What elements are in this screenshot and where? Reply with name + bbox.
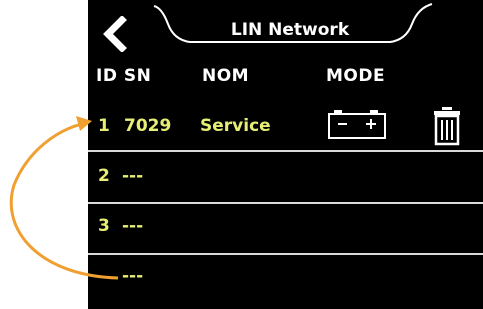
table-row[interactable] (88, 152, 483, 200)
row-sn: --- (122, 166, 144, 186)
table-row[interactable] (88, 204, 483, 252)
device-screen: LIN Network ID SN NOM MODE 1 7029 Servic… (88, 0, 483, 309)
row-sn: --- (122, 216, 144, 236)
row-id: 3 (98, 216, 110, 236)
page-title: LIN Network (230, 20, 350, 40)
trash-icon[interactable] (432, 106, 462, 146)
title-tab: LIN Network (140, 0, 440, 60)
column-header-id-sn: ID SN (96, 66, 152, 86)
back-button[interactable] (100, 15, 130, 53)
chevron-left-icon (103, 15, 127, 53)
row-id: 2 (98, 166, 110, 186)
column-header-mode: MODE (326, 66, 386, 86)
row-sn: --- (122, 266, 144, 286)
battery-icon[interactable] (328, 110, 388, 140)
row-nom: Service (200, 116, 271, 136)
row-sn: 7029 (124, 116, 172, 136)
column-header-nom: NOM (202, 66, 250, 86)
row-id: 1 (98, 116, 110, 136)
table-row[interactable] (88, 255, 483, 303)
